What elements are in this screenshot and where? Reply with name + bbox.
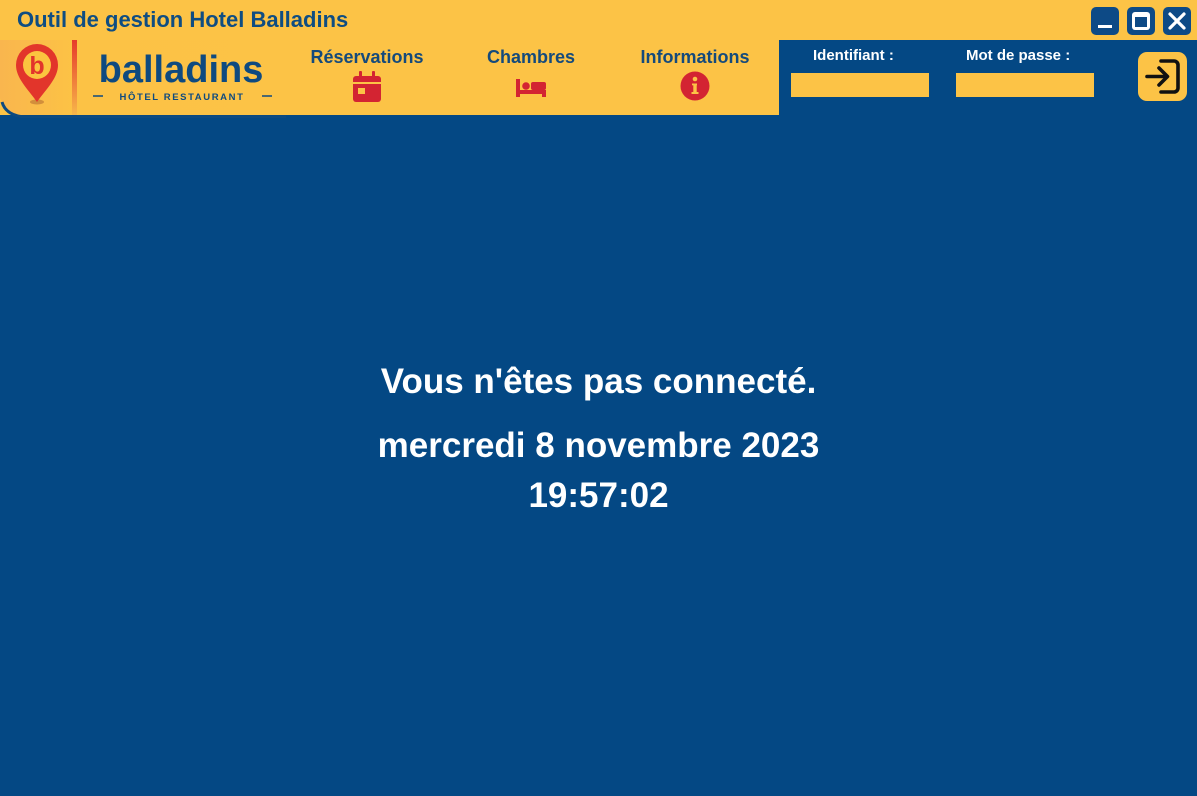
bed-icon xyxy=(516,79,546,97)
password-label: Mot de passe : xyxy=(966,47,1071,64)
logo-initial: b xyxy=(29,52,44,80)
balladins-logo: b balladins HÔTEL RESTAURANT xyxy=(0,40,286,118)
nav-informations-label: Informations xyxy=(640,47,750,67)
info-icon xyxy=(680,71,710,101)
logo-tagline: HÔTEL RESTAURANT xyxy=(120,91,245,103)
minimize-icon xyxy=(1098,25,1112,28)
nav-informations[interactable]: Informations xyxy=(624,40,766,115)
close-button[interactable] xyxy=(1163,7,1191,35)
maximize-button[interactable] xyxy=(1127,7,1155,35)
minimize-button[interactable] xyxy=(1091,7,1119,35)
login-button[interactable] xyxy=(1138,52,1187,101)
current-time: 19:57:02 xyxy=(528,476,669,515)
username-label: Identifiant : xyxy=(813,47,894,64)
current-date: mercredi 8 novembre 2023 xyxy=(377,426,820,465)
username-input[interactable] xyxy=(791,73,929,97)
nav-reservations[interactable]: Réservations xyxy=(296,40,438,115)
app-title: Outil de gestion Hotel Balladins xyxy=(17,7,349,32)
nav-chambres[interactable]: Chambres xyxy=(461,40,601,115)
password-input[interactable] xyxy=(956,73,1094,97)
close-icon xyxy=(1168,12,1186,30)
nav-chambres-label: Chambres xyxy=(486,47,576,67)
calendar-icon xyxy=(353,71,381,102)
nav-reservations-label: Réservations xyxy=(310,47,424,67)
logo-brand: balladins xyxy=(99,49,264,91)
maximize-icon xyxy=(1132,12,1150,30)
login-icon xyxy=(1145,59,1180,94)
connection-status: Vous n'êtes pas connecté. xyxy=(380,362,817,401)
title-bar: Outil de gestion Hotel Balladins xyxy=(0,0,1197,40)
